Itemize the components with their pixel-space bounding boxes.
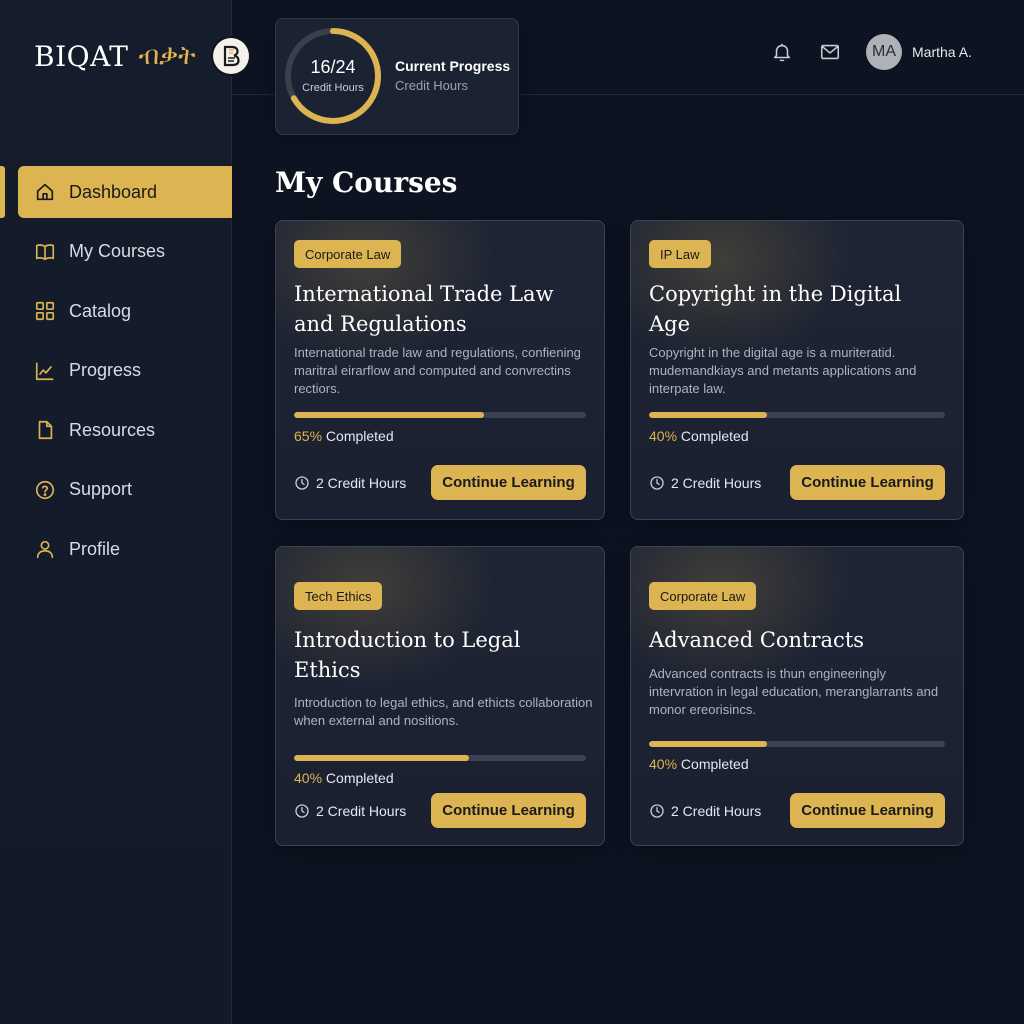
brand-name: BIQAT: [34, 39, 129, 73]
course-credit-hours: 2 Credit Hours: [294, 475, 406, 491]
course-credit-hours: 2 Credit Hours: [294, 803, 406, 819]
progress-title: Current Progress: [395, 58, 511, 74]
progress-subtitle: Credit Hours: [395, 78, 468, 93]
brand-name-ethiopic: ብቃት: [138, 40, 196, 71]
course-card: Corporate Law International Trade Law an…: [275, 220, 605, 520]
course-tag: Corporate Law: [649, 582, 757, 610]
progress-ring-label: Credit Hours: [302, 82, 364, 94]
continue-learning-button[interactable]: Continue Learning: [790, 465, 945, 500]
brand-logo-icon: [213, 38, 249, 74]
sidebar-item-dashboard[interactable]: Dashboard: [18, 166, 232, 218]
sidebar-item-my-courses[interactable]: My Courses: [0, 226, 232, 278]
sidebar-item-label: Progress: [69, 360, 142, 380]
help-circle-icon: [34, 479, 56, 501]
user-name[interactable]: Martha A.: [912, 44, 972, 60]
file-icon: [34, 419, 56, 441]
course-tag: Tech Ethics: [294, 582, 383, 610]
course-credit-hours: 2 Credit Hours: [649, 475, 761, 491]
course-completed-label: 65% Completed: [294, 428, 394, 444]
course-progress-bar: [294, 412, 586, 418]
course-title: Introduction to Legal Ethics: [294, 628, 521, 682]
continue-learning-button[interactable]: Continue Learning: [431, 465, 586, 500]
course-card: IP Law Copyright in the Digital Age Copy…: [630, 220, 964, 520]
course-tag: Corporate Law: [294, 240, 402, 268]
course-progress-bar: [294, 755, 586, 761]
course-title: International Trade Law and Regulations: [294, 282, 554, 336]
sidebar-item-label: Catalog: [69, 300, 132, 321]
bell-icon[interactable]: [770, 40, 794, 64]
clock-icon: [649, 475, 665, 491]
sidebar-item-profile[interactable]: Profile: [0, 523, 232, 575]
book-icon: [34, 241, 56, 263]
course-title: Copyright in the Digital Age: [649, 282, 902, 336]
course-progress-bar: [649, 412, 945, 418]
mail-icon[interactable]: [818, 40, 842, 64]
user-icon: [34, 538, 56, 560]
course-description: Introduction to legal ethics, and ethict…: [294, 695, 593, 728]
page-title: My Courses: [275, 166, 458, 199]
clock-icon: [294, 475, 310, 491]
course-card: Corporate Law Advanced Contracts Advance…: [630, 546, 964, 846]
home-icon: [34, 181, 56, 203]
chart-line-icon: [34, 360, 56, 382]
grid-icon: [34, 300, 56, 322]
sidebar-item-label: Resources: [69, 419, 156, 440]
brand[interactable]: BIQAT ብቃት: [34, 34, 196, 78]
course-completed-label: 40% Completed: [649, 756, 749, 772]
course-tag: IP Law: [649, 240, 711, 268]
sidebar-item-resources[interactable]: Resources: [0, 404, 232, 456]
course-description: Copyright in the digital age is a murite…: [649, 345, 917, 396]
continue-learning-button[interactable]: Continue Learning: [790, 793, 945, 828]
continue-learning-button[interactable]: Continue Learning: [431, 793, 586, 828]
sidebar-nav: Dashboard My Courses Catalog Progress Re…: [0, 166, 232, 583]
course-credit-hours: 2 Credit Hours: [649, 803, 761, 819]
course-title: Advanced Contracts: [649, 628, 865, 652]
sidebar-item-progress[interactable]: Progress: [0, 345, 232, 397]
sidebar-item-label: Dashboard: [69, 181, 158, 202]
avatar[interactable]: MA: [866, 34, 902, 70]
sidebar-item-label: My Courses: [69, 241, 166, 261]
clock-icon: [649, 803, 665, 819]
current-progress-card: 16/24 Credit Hours Current Progress Cred…: [275, 18, 519, 135]
course-completed-label: 40% Completed: [649, 428, 749, 444]
course-progress-bar: [649, 741, 945, 747]
sidebar-item-label: Support: [69, 479, 133, 499]
course-card: Tech Ethics Introduction to Legal Ethics…: [275, 546, 605, 846]
progress-ring-value: 16/24: [310, 57, 356, 77]
course-completed-label: 40% Completed: [294, 770, 394, 786]
course-description: International trade law and regulations,…: [294, 345, 581, 396]
sidebar-item-label: Profile: [69, 538, 121, 559]
sidebar-item-support[interactable]: Support: [0, 464, 232, 516]
course-description: Advanced contracts is thun engineeringly…: [649, 666, 939, 717]
sidebar-item-catalog[interactable]: Catalog: [0, 285, 232, 337]
sidebar: BIQAT ብቃት Dashboard My Courses Catalog P…: [0, 0, 249, 1024]
clock-icon: [294, 803, 310, 819]
